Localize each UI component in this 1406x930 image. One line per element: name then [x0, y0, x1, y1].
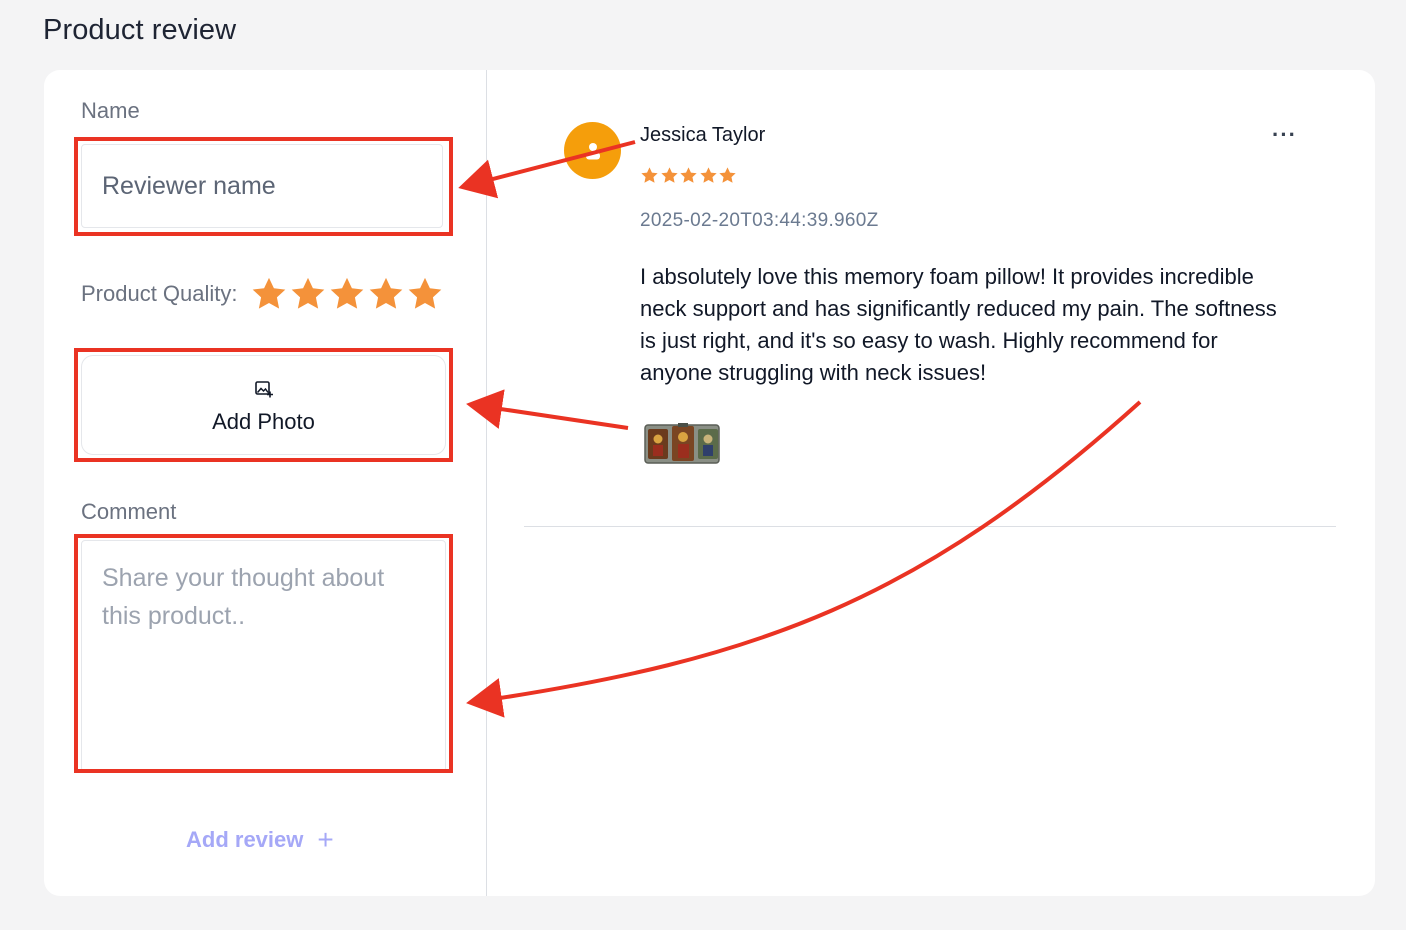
- vertical-divider: [486, 70, 487, 896]
- star-icon: [660, 167, 678, 183]
- add-image-icon: [254, 381, 273, 398]
- add-review-label: Add review: [186, 827, 304, 852]
- star-icon: [641, 167, 658, 183]
- star-icon[interactable]: [406, 275, 444, 313]
- name-input[interactable]: [81, 144, 443, 228]
- product-quality-rating[interactable]: [250, 275, 445, 313]
- add-review-button[interactable]: Add review +: [186, 826, 334, 854]
- avatar: [564, 122, 621, 179]
- name-label: Name: [81, 98, 140, 123]
- product-quality-row: Product Quality:: [81, 276, 445, 312]
- page-title: Product review: [43, 14, 237, 46]
- review-text: I absolutely love this memory foam pillo…: [640, 264, 1277, 385]
- star-icon[interactable]: [367, 275, 405, 313]
- user-icon: [585, 142, 600, 159]
- star-icon: [680, 167, 697, 183]
- more-options-icon[interactable]: ···: [1272, 122, 1297, 148]
- review-divider: [524, 526, 1336, 527]
- star-icon[interactable]: [289, 275, 327, 313]
- review-rating: [640, 166, 738, 185]
- comment-label: Comment: [81, 499, 177, 524]
- star-icon: [699, 167, 717, 183]
- add-photo-label: Add Photo: [212, 409, 315, 434]
- reviewer-name: Jessica Taylor: [640, 124, 766, 146]
- star-icon: [719, 167, 736, 183]
- comment-textarea[interactable]: [81, 540, 446, 772]
- review-date: 2025-02-20T03:44:39.960Z: [640, 210, 879, 231]
- review-card: Name Product Quality: Add Photo Comment …: [44, 70, 1375, 896]
- plus-icon: +: [317, 824, 334, 855]
- add-photo-button[interactable]: Add Photo: [81, 355, 446, 455]
- product-quality-label: Product Quality:: [81, 281, 238, 306]
- star-icon[interactable]: [250, 275, 288, 313]
- review-photo-thumbnail[interactable]: [644, 422, 722, 466]
- star-icon[interactable]: [328, 275, 366, 313]
